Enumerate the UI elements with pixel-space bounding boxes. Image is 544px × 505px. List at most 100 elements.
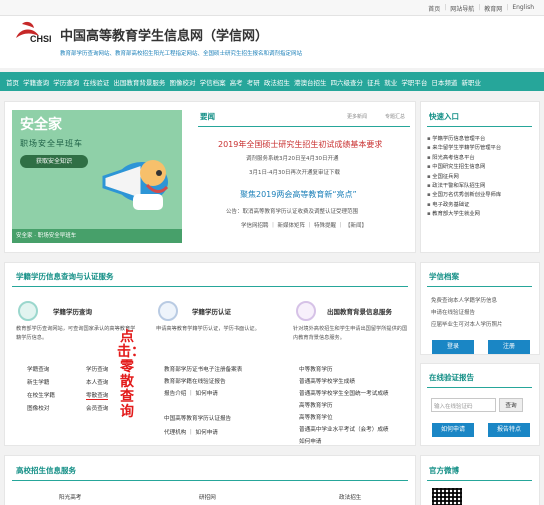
overseas-service-icon xyxy=(296,301,316,321)
banner-button[interactable]: 获取安全知识 xyxy=(20,155,88,168)
quick-link-conscription[interactable]: 全国征兵网 xyxy=(427,173,532,182)
link-higher-education[interactable]: 高等教育学历 xyxy=(299,401,333,409)
nav-archive[interactable]: 学信档案 xyxy=(200,77,226,87)
nav-overseas-service[interactable]: 出国教育背景服务 xyxy=(113,77,165,87)
card-desc-certification: 申请高等教育学籍学历认证，学历书面认证。 xyxy=(156,326,260,332)
nav-conscription[interactable]: 征兵 xyxy=(367,77,380,87)
news-line-notice[interactable]: 公告：取消高等教育学历认证收费及调整认证受理范围 xyxy=(226,207,358,215)
verify-features-button[interactable]: 报告特点 xyxy=(488,423,530,437)
verify-heading: 在线验证报告 xyxy=(429,373,474,382)
quick-link-mentor-library[interactable]: 全国万名优秀创新创业导师库 xyxy=(427,191,532,200)
link-college-scores[interactable]: 普通高等学校学生成绩 xyxy=(299,377,355,385)
news-line-reexam[interactable]: 3月1日-4月30日再次开通复审证下载 xyxy=(249,168,340,176)
nav-cet[interactable]: 四六级查分 xyxy=(331,77,364,87)
card-desc-overseas-service: 针对境外高校招生和学生申请出国留学所提供的国内教育背景信息服务。 xyxy=(293,326,408,341)
verify-apply-button[interactable]: 如何申请 xyxy=(432,423,474,437)
card-title-certification: 学籍学历认证 xyxy=(192,308,231,316)
link-education-query[interactable]: 学历查询 xyxy=(86,365,108,373)
megaphone-mascot-icon xyxy=(102,160,169,210)
card-title-education-query: 学籍学历查询 xyxy=(53,308,92,316)
query-divider xyxy=(12,286,408,287)
link-education-cert[interactable]: 中国高等教育学历认证报告 xyxy=(164,414,231,422)
certification-icon xyxy=(158,301,178,321)
archive-divider xyxy=(427,286,532,287)
archive-line-free-query: 免费查询本人学籍学历信息 xyxy=(431,298,498,304)
top-link-english[interactable]: English xyxy=(512,4,534,13)
quick-divider xyxy=(427,126,532,127)
query-service-heading: 学籍学历信息查询与认证服务 xyxy=(16,272,114,281)
nav-education-query[interactable]: 学历查询 xyxy=(53,77,79,87)
link-agency-apply[interactable]: 代理机构 ｜ 如何申请 xyxy=(164,428,218,436)
link-status-verify-report[interactable]: 教育部学籍在线验证报告 xyxy=(164,377,226,385)
archive-register-button[interactable]: 注册 xyxy=(488,340,530,354)
link-member-query[interactable]: 会员查询 xyxy=(86,404,108,412)
top-bar: 首页 | 网站导航 | 教育网 | English xyxy=(0,0,544,16)
quick-link-graduate-site[interactable]: 中国研究生招生信息网 xyxy=(427,163,532,172)
safety-banner[interactable]: 安全家 职场安全早班车 获取安全知识 安全家 · 职场安全早班车 xyxy=(12,110,182,243)
quick-link-student-platform[interactable]: 学籍学历信息管理平台 xyxy=(427,135,532,144)
top-links: 首页 | 网站导航 | 教育网 | English xyxy=(428,4,534,13)
admission-law-recruit[interactable]: 政法招生 xyxy=(339,493,361,501)
admission-heading: 高校招生信息服务 xyxy=(16,466,76,475)
more-news-link[interactable]: 更多新闻 xyxy=(347,113,367,120)
link-new-student[interactable]: 新生学籍 xyxy=(27,378,49,386)
link-current-student[interactable]: 在校生学籍 xyxy=(27,391,55,399)
news-headline-exam[interactable]: 2019年全国硕士研究生招生初试成绩基本要求 xyxy=(218,139,382,150)
archive-login-button[interactable]: 登录 xyxy=(432,340,474,354)
quick-link-employment[interactable]: 教育部大学生就业网 xyxy=(427,210,532,219)
nav-online-verify[interactable]: 在线验证 xyxy=(83,77,109,87)
quick-entry-list: 学籍学历信息管理平台 来华留学生学籍学历管理平台 阳光高考信息平台 中国研究生招… xyxy=(427,135,532,220)
link-self-query[interactable]: 本人查询 xyxy=(86,378,108,386)
weibo-qr-icon[interactable] xyxy=(432,488,462,505)
nav-japan[interactable]: 日本频道 xyxy=(431,77,457,87)
top-link-edu[interactable]: 教育网 xyxy=(484,4,502,13)
nav-student-status[interactable]: 学籍查询 xyxy=(23,77,49,87)
link-degree[interactable]: 高等教育学位 xyxy=(299,413,333,421)
news-heading: 要闻 xyxy=(200,112,215,121)
news-divider xyxy=(198,126,410,127)
nav-new-career[interactable]: 新职业 xyxy=(462,77,482,87)
weibo-heading: 官方微博 xyxy=(429,466,459,475)
card-title-overseas-service: 出国教育背景信息服务 xyxy=(327,308,392,316)
quick-link-gaokao-platform[interactable]: 阳光高考信息平台 xyxy=(427,154,532,163)
link-single-query[interactable]: 零散查询 xyxy=(86,391,109,400)
link-registration-record[interactable]: 教育部学历证书电子注册备案表 xyxy=(164,365,242,373)
verify-query-button[interactable]: 查询 xyxy=(499,398,523,412)
archive-line-graduate-photo: 应届毕业生可对本人学历照片 xyxy=(431,322,503,328)
link-national-exam-scores[interactable]: 普通高等学校学生全国统一考试成绩 xyxy=(299,389,389,397)
quick-link-egovernment[interactable]: 电子政务基础证 xyxy=(427,201,532,210)
verify-code-placeholder: 输入在线验证码 xyxy=(434,404,473,410)
nav-kaoyan[interactable]: 考研 xyxy=(247,77,260,87)
quick-link-foreign-platform[interactable]: 来华留学生学籍学历管理平台 xyxy=(427,144,532,153)
admission-yanzhao[interactable]: 研招网 xyxy=(199,493,216,501)
nav-home[interactable]: 首页 xyxy=(6,77,19,87)
main-nav: 首页 学籍查询 学历查询 在线验证 出国教育背景服务 图像校对 学信档案 高考 … xyxy=(0,72,544,91)
nav-gaokao[interactable]: 高考 xyxy=(230,77,243,87)
site-subtitle: 教育部学历查询网站、教育部高校招生阳光工程指定网站、全国硕士研究生招生报名和调剂… xyxy=(60,51,303,57)
verify-divider xyxy=(427,387,532,388)
link-secondary-education[interactable]: 中等教育学历 xyxy=(299,365,333,373)
link-report-intro[interactable]: 报告介绍 ｜ 如何申请 xyxy=(164,389,218,397)
banner-subtitle: 职场安全早班车 xyxy=(20,139,83,148)
link-image-check[interactable]: 图像校对 xyxy=(27,404,49,412)
top-link-home[interactable]: 首页 xyxy=(428,4,440,13)
admission-sunshine-gaokao[interactable]: 阳光高考 xyxy=(59,493,81,501)
link-how-apply-overseas[interactable]: 如何申请 xyxy=(299,437,321,445)
verify-code-input[interactable]: 输入在线验证码 xyxy=(431,398,496,412)
nav-image-check[interactable]: 图像校对 xyxy=(169,77,195,87)
nav-hk-macao-tw[interactable]: 港澳台招生 xyxy=(294,77,327,87)
news-line-adjustment[interactable]: 调剂服务系统3月20日至4月30日开通 xyxy=(246,154,339,162)
nav-career[interactable]: 学职平台 xyxy=(401,77,427,87)
admission-divider xyxy=(12,480,408,481)
news-line-links[interactable]: 学信网招聘 ｜ 新媒体矩阵 ｜ 特殊提醒 ｜ 【新闻】 xyxy=(241,221,367,229)
news-headline-lianghui[interactable]: 聚焦2019两会高等教育新“亮点” xyxy=(240,189,357,200)
site-title: 中国高等教育学生信息网（学信网） xyxy=(60,29,269,44)
quick-link-law-military[interactable]: 政法干警和军队招生网 xyxy=(427,182,532,191)
nav-employment[interactable]: 就业 xyxy=(384,77,397,87)
special-topics-link[interactable]: 专题汇总 xyxy=(385,113,405,120)
banner-title: 安全家 xyxy=(20,117,62,133)
link-student-status[interactable]: 学籍查询 xyxy=(27,365,49,373)
top-link-sitemap[interactable]: 网站导航 xyxy=(450,4,474,13)
link-highschool-scores[interactable]: 普通高中学业水平考试（会考）成绩 xyxy=(299,425,389,433)
nav-law-recruit[interactable]: 政法招生 xyxy=(264,77,290,87)
